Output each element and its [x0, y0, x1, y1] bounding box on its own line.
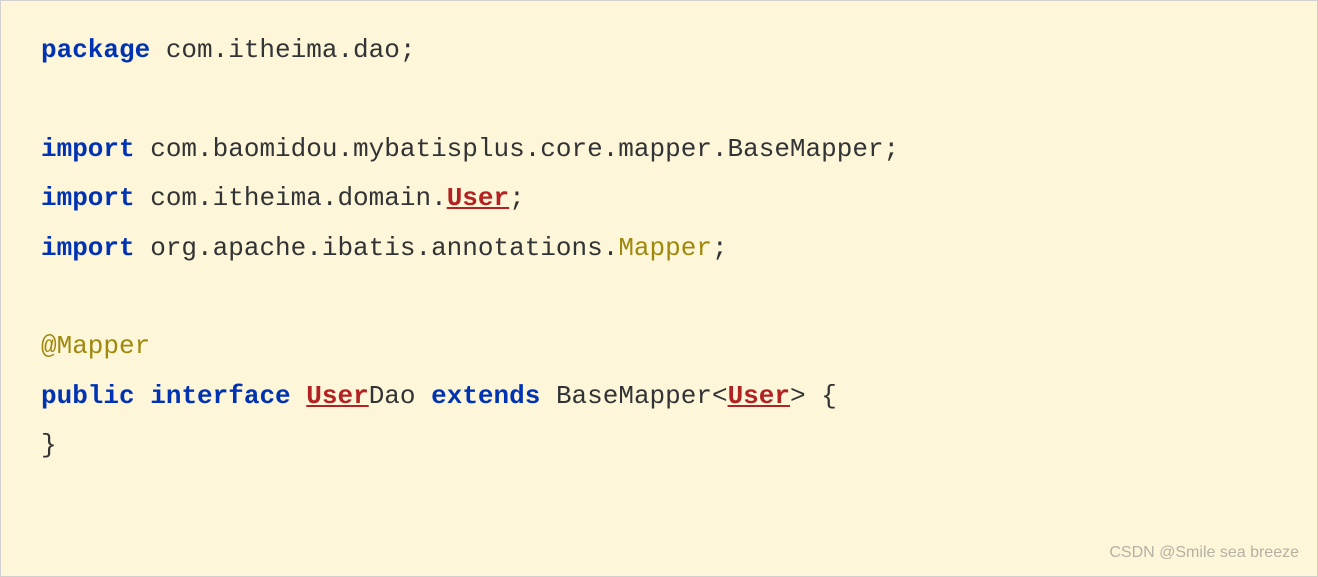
semicolon: ; — [509, 183, 525, 213]
code-line-close-brace: } — [41, 421, 1277, 470]
package-name: com.itheima.dao; — [150, 35, 415, 65]
annotation-mapper: @Mapper — [41, 331, 150, 361]
class-suffix: Dao — [369, 381, 431, 411]
watermark-text: CSDN @Smile sea breeze — [1109, 538, 1299, 568]
error-generic-user: User — [728, 381, 790, 411]
code-line-import-3: import org.apache.ibatis.annotations.Map… — [41, 224, 1277, 273]
import-prefix: com.itheima.domain. — [135, 183, 447, 213]
class-mapper: Mapper — [618, 233, 712, 263]
import-prefix: org.apache.ibatis.annotations. — [135, 233, 619, 263]
keyword-public: public — [41, 381, 135, 411]
space — [135, 381, 151, 411]
error-class-user: User — [306, 381, 368, 411]
keyword-package: package — [41, 35, 150, 65]
keyword-import: import — [41, 183, 135, 213]
keyword-extends: extends — [431, 381, 540, 411]
code-line-annotation: @Mapper — [41, 322, 1277, 371]
keyword-import: import — [41, 134, 135, 164]
closing-brace: > { — [790, 381, 837, 411]
error-class-user: User — [447, 183, 509, 213]
keyword-import: import — [41, 233, 135, 263]
space — [291, 381, 307, 411]
code-line-package: package com.itheima.dao; — [41, 26, 1277, 75]
close-brace: } — [41, 430, 57, 460]
keyword-interface: interface — [150, 381, 290, 411]
code-line-import-1: import com.baomidou.mybatisplus.core.map… — [41, 125, 1277, 174]
blank-line — [41, 273, 1277, 322]
code-line-import-2: import com.itheima.domain.User; — [41, 174, 1277, 223]
basemapper-open: BaseMapper< — [540, 381, 727, 411]
import-path: com.baomidou.mybatisplus.core.mapper.Bas… — [135, 134, 900, 164]
semicolon: ; — [712, 233, 728, 263]
blank-line — [41, 75, 1277, 124]
code-line-interface: public interface UserDao extends BaseMap… — [41, 372, 1277, 421]
